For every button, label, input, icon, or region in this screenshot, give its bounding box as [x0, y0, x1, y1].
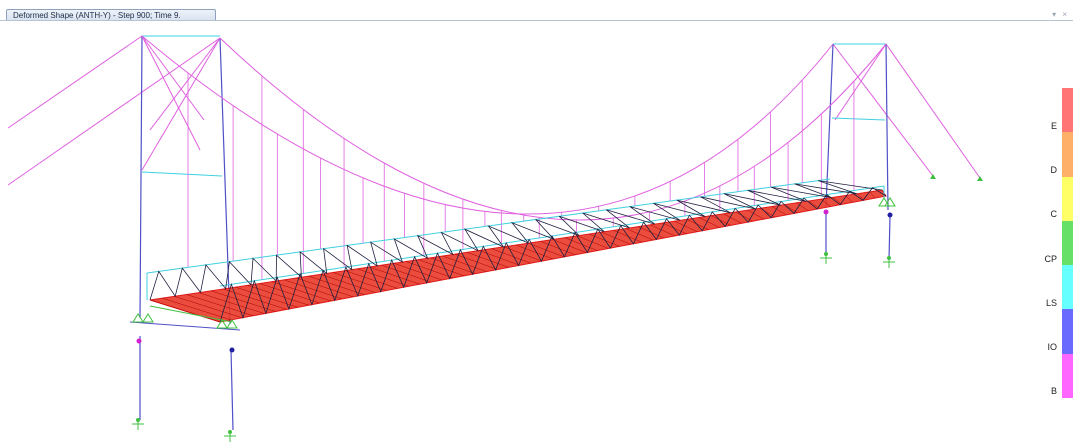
backstay-cable — [834, 43, 887, 121]
tower-leg — [139, 35, 143, 319]
pier-base-icon — [228, 430, 232, 434]
tower-crossbeam — [141, 171, 223, 177]
tower-brace — [141, 37, 221, 171]
legend-label-d: D — [1050, 164, 1058, 175]
legend-swatch-c — [1062, 176, 1073, 221]
legend-label-b: B — [1050, 386, 1057, 397]
main-cable — [219, 37, 887, 221]
model-viewport[interactable] — [0, 22, 1050, 447]
legend-swatch-ls — [1062, 265, 1073, 310]
support-icon — [132, 313, 144, 323]
pier-column — [888, 215, 891, 261]
anchor-support-icon — [977, 176, 983, 181]
plastic-hinge-icon — [136, 338, 142, 344]
plastic-hinge-icon — [823, 209, 829, 215]
main-cable — [141, 35, 834, 215]
pier-base-icon — [887, 256, 891, 260]
support-icon — [142, 313, 154, 323]
backstay-cable — [7, 35, 143, 129]
document-tab-bar: Deformed Shape (ANTH-Y) - Step 900; Time… — [0, 0, 1073, 22]
tower-leg — [885, 43, 889, 211]
plastic-hinge-icon — [229, 347, 235, 353]
legend-swatch-d — [1062, 132, 1073, 177]
anchor-support-icon — [930, 174, 936, 179]
truss-web — [149, 180, 883, 301]
pier-base-icon — [824, 252, 828, 256]
tab-divider — [0, 20, 1073, 21]
pier-base-icon — [136, 418, 140, 422]
legend-swatch-io — [1062, 309, 1073, 354]
hinge-state-legend: E D C CP LS IO B — [1044, 88, 1073, 398]
legend-label-cp: CP — [1044, 253, 1057, 264]
legend-label-io: IO — [1047, 342, 1057, 353]
backstay-cable — [832, 43, 934, 177]
legend-swatch-cp — [1062, 220, 1073, 266]
window-controls-icon[interactable]: ▾ × — [1052, 10, 1069, 19]
legend-swatch-e — [1062, 88, 1073, 133]
plastic-hinge-icon — [887, 212, 893, 218]
legend-label-e: E — [1050, 120, 1057, 131]
legend-label-ls: LS — [1045, 297, 1057, 308]
tower-leg — [219, 37, 231, 325]
tower-crossbeam — [831, 117, 886, 121]
legend-swatch-b — [1062, 353, 1073, 398]
tower-brace — [141, 35, 201, 151]
legend-label-c: C — [1050, 209, 1058, 220]
backstay-cable — [885, 43, 981, 179]
pier-column — [230, 349, 234, 431]
